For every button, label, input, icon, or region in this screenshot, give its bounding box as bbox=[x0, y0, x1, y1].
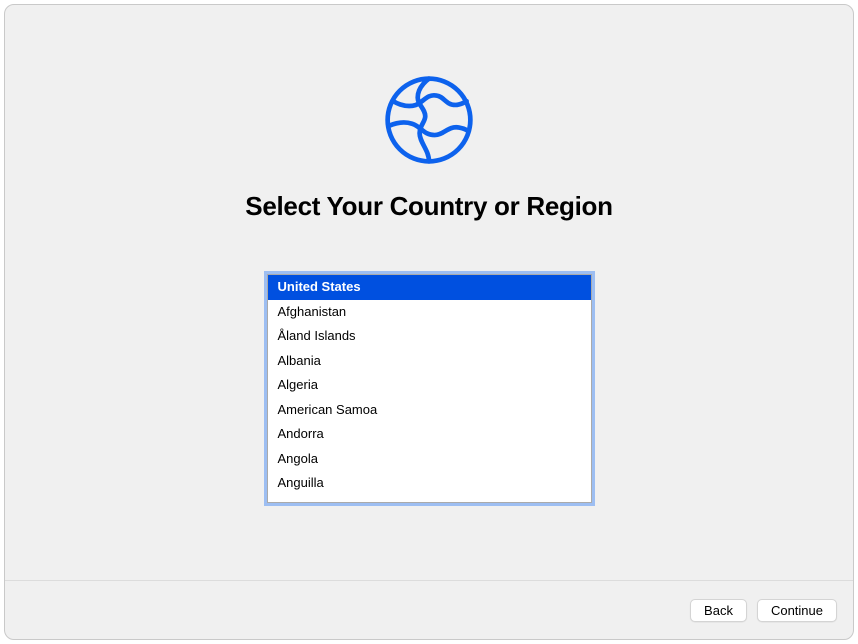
setup-window: Select Your Country or Region United Sta… bbox=[4, 4, 854, 640]
country-list-item[interactable]: United States bbox=[268, 275, 591, 300]
country-list-item[interactable]: Antarctica bbox=[268, 496, 591, 504]
continue-button[interactable]: Continue bbox=[757, 599, 837, 622]
country-list-item[interactable]: Angola bbox=[268, 447, 591, 472]
country-list-item[interactable]: Albania bbox=[268, 349, 591, 374]
country-list-item[interactable]: Anguilla bbox=[268, 471, 591, 496]
footer-bar: Back Continue bbox=[5, 580, 853, 639]
back-button[interactable]: Back bbox=[690, 599, 747, 622]
country-list-item[interactable]: Åland Islands bbox=[268, 324, 591, 349]
content-area: Select Your Country or Region United Sta… bbox=[5, 5, 853, 580]
country-list-item[interactable]: American Samoa bbox=[268, 398, 591, 423]
country-list-item[interactable]: Andorra bbox=[268, 422, 591, 447]
country-list-item[interactable]: Algeria bbox=[268, 373, 591, 398]
globe-icon bbox=[382, 73, 476, 167]
page-title: Select Your Country or Region bbox=[245, 191, 612, 222]
country-list-item[interactable]: Afghanistan bbox=[268, 300, 591, 325]
country-list[interactable]: United StatesAfghanistanÅland IslandsAlb… bbox=[267, 274, 592, 503]
